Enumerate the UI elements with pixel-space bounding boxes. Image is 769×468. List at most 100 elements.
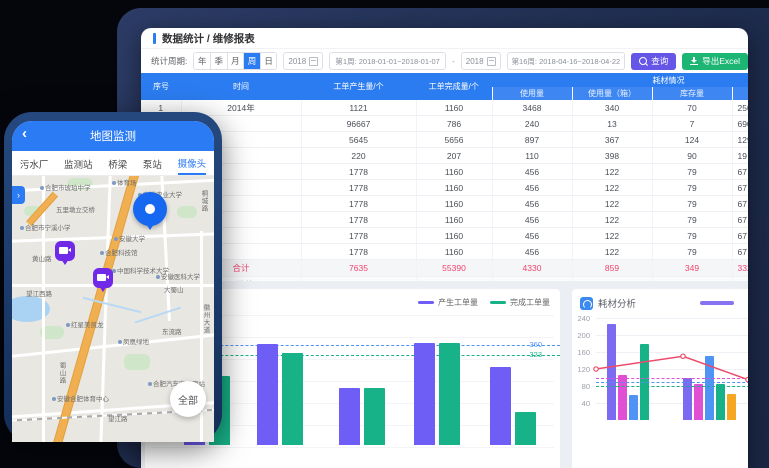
start-week-field[interactable]: 第1周: 2018-01-01~2018-01-07 [329,52,446,70]
map-park [124,354,150,370]
phone-tab-摄像头[interactable]: 摄像头 [178,152,207,175]
reference-line [596,378,748,379]
map-label: 望江西路 [26,288,52,298]
phone-tab-监测站[interactable]: 监测站 [64,153,93,174]
bar[interactable] [705,356,714,420]
bar[interactable] [683,378,692,421]
bar[interactable] [515,412,536,445]
period-option-月[interactable]: 月 [228,53,245,69]
phone-tab-桥梁[interactable]: 桥梁 [108,153,127,174]
breadcrumb-accent-bar [153,33,156,44]
map-label: 黄山路 [32,253,52,263]
search-icon [639,57,647,65]
bar[interactable] [490,367,511,445]
phone-page-title: 地图监测 [90,128,136,144]
export-excel-button[interactable]: 导出Excel [682,53,748,70]
camera-marker[interactable] [55,241,75,261]
bar[interactable] [257,344,278,445]
col-header-created: 工单产生量/个 [301,73,416,100]
bar[interactable] [694,384,703,420]
filter-bar: 统计周期: 年季月周日 2018 第1周: 2018-01-01~2018-01… [141,49,748,73]
bar[interactable] [364,388,385,445]
dashboard-card: 数据统计 / 维修报表 统计周期: 年季月周日 2018 第1周: 2018-0… [141,28,748,468]
trend-line [572,289,748,468]
table-row: 56455656897367124129 [141,132,748,148]
bar[interactable] [607,324,616,420]
map-label: 合肥市宁溪小学 [20,222,71,232]
y-axis-tick: 80 [572,382,590,391]
charts-strip: 产生工单量完成工单量 360323 耗材分析 2402001601208040 [141,281,748,468]
sub-col-header: 使用量 [492,87,572,100]
all-filter-button[interactable]: 全部 [170,381,206,417]
bar[interactable] [727,394,736,420]
gridline [596,352,748,353]
phone-header: ‹ 地图监测 [12,121,214,151]
table-row: 177811604561227967 [141,212,748,228]
start-year-select[interactable]: 2018 [283,52,323,70]
map-river [135,307,181,324]
end-year-select[interactable]: 2018 [461,52,501,70]
map-label: 大蜀山 [164,284,184,294]
map-label: 体育场 [112,177,137,187]
bar[interactable] [414,343,435,445]
period-option-周[interactable]: 周 [244,53,261,69]
calendar-icon [487,57,496,66]
map-label: 合肥市琥珀中学 [40,182,91,192]
reference-label: 323 [529,350,542,359]
expand-icon[interactable]: › [12,186,25,204]
phone-screen: ‹ 地图监测 污水厂监测站桥梁泵站摄像头 › [12,121,214,442]
tot-row: 合计7635553904330859349332 [141,260,748,277]
bar[interactable] [282,353,303,445]
camera-marker[interactable] [93,268,113,288]
map-label: 红星美凯龙 [66,319,104,329]
phone-tab-污水厂[interactable]: 污水厂 [20,153,49,174]
map-label: 五里墩立交桥 [56,204,95,214]
consumables-chart-plot: 2402001601208040 [572,289,748,468]
map-label: 徽州大道 [200,304,210,334]
bar[interactable] [439,343,460,445]
map-label: 凤凰绿地 [118,336,149,346]
gridline [596,369,748,370]
table-row: 2202071103989019 [141,148,748,164]
workorder-chart-legend[interactable]: 产生工单量 完成工单量 [418,297,550,308]
y-axis-tick: 240 [572,314,590,323]
selected-location-pin[interactable] [133,192,167,226]
period-option-日[interactable]: 日 [261,53,277,69]
range-separator: - [452,57,455,66]
map-view[interactable]: › 全部 合肥市琥珀中学体育场安徽农业大学五里墩立交桥桐城路合肥市宁溪小学安徽大… [12,176,214,442]
end-week-field[interactable]: 第16周: 2018-04-16~2018-04-22 [507,52,626,70]
period-option-季[interactable]: 季 [211,53,228,69]
phone-tab-泵站[interactable]: 泵站 [143,153,162,174]
sub-col-header: 库存量 [652,87,732,100]
breadcrumb-text: 数据统计 / 维修报表 [162,31,255,46]
y-axis-tick: 200 [572,331,590,340]
bar[interactable] [339,388,360,445]
reference-line [596,382,748,383]
phone-mockup: ‹ 地图监测 污水厂监测站桥梁泵站摄像头 › [4,112,222,442]
breadcrumb: 数据统计 / 维修报表 [141,28,748,49]
query-button[interactable]: 查询 [631,53,676,70]
table-row: 177811604561227967 [141,196,748,212]
legend-item[interactable]: 完成工单量 [490,297,550,308]
gridline [596,318,748,319]
period-option-年[interactable]: 年 [194,53,211,69]
y-axis-tick: 40 [572,399,590,408]
map-label: 望江路 [108,413,128,423]
map-label: 安徽医科大学 [156,271,200,281]
table-row: 96667786240137690 [141,116,748,132]
col-header-done: 工单完成量/个 [416,73,492,100]
consumables-chart: 耗材分析 2402001601208040 [572,289,748,468]
legend-item[interactable]: 产生工单量 [418,297,478,308]
reference-label: 360 [529,340,542,349]
table-row: 177811604561227967 [141,180,748,196]
gridline [596,335,748,336]
download-icon [690,57,698,65]
col-header-no: 序号 [141,73,181,100]
map-park [177,206,197,218]
period-segmented-control[interactable]: 年季月周日 [193,52,277,70]
bar[interactable] [716,384,725,420]
bar[interactable] [629,395,638,421]
back-icon[interactable]: ‹ [22,125,27,142]
table-row: 177811604561227967 [141,228,748,244]
sub-col-header: 使用量（箱） [572,87,652,100]
